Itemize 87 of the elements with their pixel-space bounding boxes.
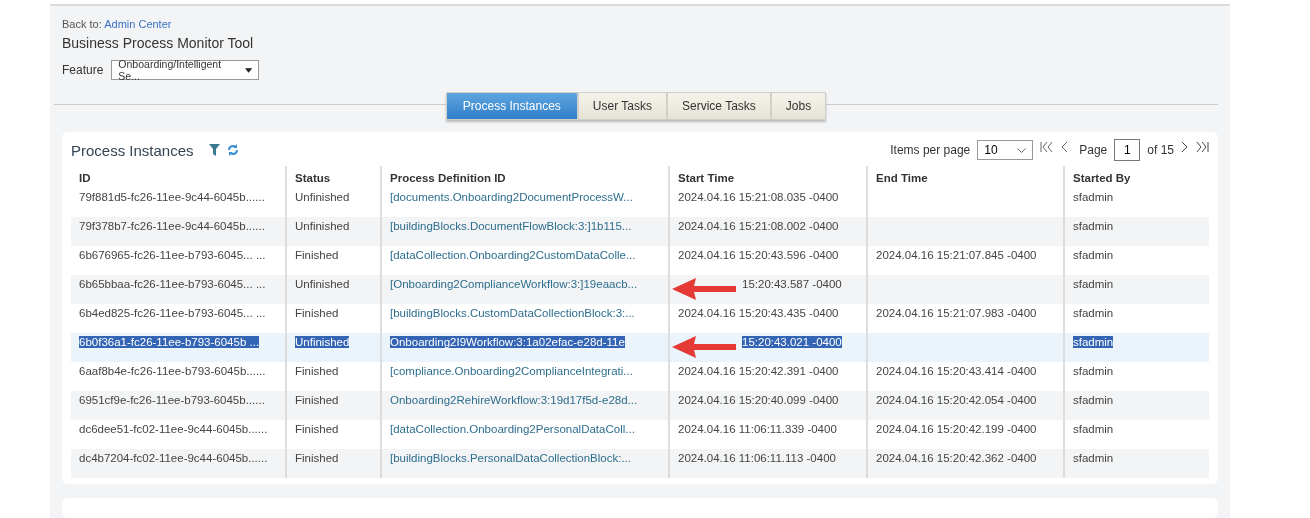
- id-cell: 6b4ed825-fc26-11ee-b793-6045... ...: [79, 307, 266, 319]
- status-cell: Finished: [295, 423, 339, 435]
- started-by-cell: sfadmin: [1073, 394, 1114, 406]
- column-header[interactable]: Start Time: [678, 172, 735, 184]
- items-per-page-label: Items per page: [890, 143, 971, 157]
- next-page-icon[interactable]: [1181, 141, 1188, 153]
- annotation-arrow: [672, 277, 736, 301]
- tab[interactable]: Jobs: [770, 92, 827, 120]
- started-by-cell: sfadmin: [1073, 307, 1114, 319]
- definition-link[interactable]: Onboarding2I9Workflow:3:1a02efac-e28d-11e: [390, 336, 625, 348]
- column-header[interactable]: Started By: [1073, 172, 1131, 184]
- started-by-cell: sfadmin: [1073, 365, 1114, 377]
- started-by-cell: sfadmin: [1073, 278, 1114, 290]
- tab[interactable]: User Tasks: [577, 92, 667, 120]
- status-cell: Unfinished: [295, 220, 350, 232]
- column-header[interactable]: Process Definition ID: [390, 172, 506, 184]
- status-cell: Finished: [295, 365, 339, 377]
- column-header[interactable]: Status: [295, 172, 331, 184]
- table-row[interactable]: 6951cf9e-fc26-11ee-b793-6045b...... Finished Onboarding2RehireWorkflow:3:19d17f5d-e28d... 2024.04.16 15:20:40.099 -0400 2024.04.16 15:20:42.054 -0400 sfadmin: [71, 391, 1209, 420]
- end-time-cell: 2024.04.16 15:20:42.054 -0400: [876, 394, 1037, 406]
- start-time-cell: 2024.04.16 15:21:08.035 -0400: [678, 191, 839, 203]
- feature-label: Feature: [62, 63, 104, 77]
- started-by-cell: sfadmin: [1073, 220, 1114, 232]
- id-cell: 79f378b7-fc26-11ee-9c44-6045b......: [79, 220, 265, 232]
- start-time-cell: 2024.04.16 15:21:08.002 -0400: [678, 220, 839, 232]
- status-cell: Finished: [295, 307, 339, 319]
- id-cell: 6b676965-fc26-11ee-b793-6045... ...: [79, 249, 266, 261]
- started-by-cell: sfadmin: [1073, 336, 1114, 348]
- definition-link[interactable]: [dataCollection.Onboarding2PersonalDataColl...: [390, 423, 635, 435]
- status-cell: Finished: [295, 452, 339, 464]
- first-page-icon[interactable]: [1040, 141, 1055, 153]
- started-by-cell: sfadmin: [1073, 191, 1114, 203]
- end-time-cell: 2024.04.16 15:20:42.362 -0400: [876, 452, 1037, 464]
- id-cell: 6951cf9e-fc26-11ee-b793-6045b......: [79, 394, 265, 406]
- start-time-cell: 2024.04.16 15:20:42.391 -0400: [678, 365, 839, 377]
- id-cell: 6b0f36a1-fc26-11ee-b793-6045b ...: [79, 336, 260, 348]
- end-time-cell: 2024.04.16 15:20:43.414 -0400: [876, 365, 1037, 377]
- refresh-icon[interactable]: [226, 144, 239, 156]
- start-time-cell: 2024.04.16 11:06:11.113 -0400: [678, 452, 836, 464]
- definition-link[interactable]: [compliance.Onboarding2ComplianceIntegrati...: [390, 365, 633, 377]
- end-time-cell: 2024.04.16 15:21:07.845 -0400: [876, 249, 1037, 261]
- caret-icon: [245, 67, 253, 73]
- started-by-cell: sfadmin: [1073, 249, 1114, 261]
- definition-link[interactable]: [documents.Onboarding2DocumentProcessW...: [390, 191, 633, 203]
- status-cell: Unfinished: [295, 278, 350, 290]
- start-time-cell: 15:20:43.587 -0400: [742, 278, 842, 290]
- end-time-cell: 2024.04.16 15:20:42.199 -0400: [876, 423, 1037, 435]
- definition-link[interactable]: [dataCollection.Onboarding2CustomDataColle...: [390, 249, 636, 261]
- back-link[interactable]: Admin Center: [104, 18, 172, 30]
- definition-link[interactable]: [buildingBlocks.CustomDataCollectionBlock:3:...: [390, 307, 635, 319]
- feature-dropdown[interactable]: Onboarding/Intelligent Se...: [111, 60, 260, 80]
- table-row[interactable]: 6b0f36a1-fc26-11ee-b793-6045b ... Unfinished Onboarding2I9Workflow:3:1a02efac-e28d-11e 15:20:43.021 -0400 sfadmin: [71, 333, 1209, 362]
- tab[interactable]: Service Tasks: [667, 92, 771, 120]
- previous-page-icon[interactable]: [1061, 141, 1069, 153]
- start-time-cell: 2024.04.16 15:20:40.099 -0400: [678, 394, 839, 406]
- table-row[interactable]: dc4b7204-fc02-11ee-9c44-6045b...... Finished [buildingBlocks.PersonalDataCollectionBlock:... 2024.04.16 11:06:11.113 -0400 2024.04.16 15:20:42.362 -0400 sfadmin: [71, 449, 1209, 478]
- status-cell: Finished: [295, 394, 339, 406]
- page-title: Business Process Monitor Tool: [62, 35, 255, 51]
- id-cell: 79f881d5-fc26-11ee-9c44-6045b......: [79, 191, 265, 203]
- page-field[interactable]: 1: [1114, 139, 1141, 161]
- back-label: Back to:: [62, 18, 102, 30]
- id-cell: 6aaf8b4e-fc26-11ee-b793-6045b......: [79, 365, 266, 377]
- items-per-page-dropdown[interactable]: 10: [977, 140, 1034, 160]
- start-time-cell: 2024.04.16 15:20:43.435 -0400: [678, 307, 839, 319]
- page-label: Page: [1079, 143, 1108, 157]
- column-header[interactable]: ID: [79, 172, 91, 184]
- started-by-cell: sfadmin: [1073, 452, 1114, 464]
- id-cell: 6b65bbaa-fc26-11ee-b793-6045... ...: [79, 278, 266, 290]
- table-row[interactable]: 79f378b7-fc26-11ee-9c44-6045b...... Unfinished [buildingBlocks.DocumentFlowBlock:3:]1b115... 2024.04.16 15:21:08.002 -0400 sfadmin: [71, 217, 1209, 246]
- started-by-cell: sfadmin: [1073, 423, 1114, 435]
- start-time-cell: 2024.04.16 15:20:43.596 -0400: [678, 249, 839, 261]
- panel-title: Process Instances: [71, 141, 194, 159]
- column-header[interactable]: End Time: [876, 172, 928, 184]
- table-row[interactable]: 6b65bbaa-fc26-11ee-b793-6045... ... Unfinished [Onboarding2ComplianceWorkflow:3:]19eaacb... 15:20:43.587 -0400 sfadmin: [71, 275, 1209, 304]
- status-cell: Finished: [295, 249, 339, 261]
- page-total: of 15: [1147, 143, 1174, 157]
- start-time-cell: 2024.04.16 11:06:11.339 -0400: [678, 423, 837, 435]
- id-cell: dc6dee51-fc02-11ee-9c44-6045b......: [79, 423, 268, 435]
- last-page-icon[interactable]: [1195, 141, 1209, 153]
- status-cell: Unfinished: [295, 191, 350, 203]
- filter-icon[interactable]: [208, 144, 220, 156]
- status-cell: Unfinished: [295, 336, 350, 348]
- start-time-cell: 15:20:43.021 -0400: [742, 336, 842, 348]
- chevron-down-icon: [1017, 147, 1027, 153]
- id-cell: dc4b7204-fc02-11ee-9c44-6045b......: [79, 452, 268, 464]
- annotation-arrow: [672, 335, 736, 359]
- end-time-cell: 2024.04.16 15:21:07.983 -0400: [876, 307, 1037, 319]
